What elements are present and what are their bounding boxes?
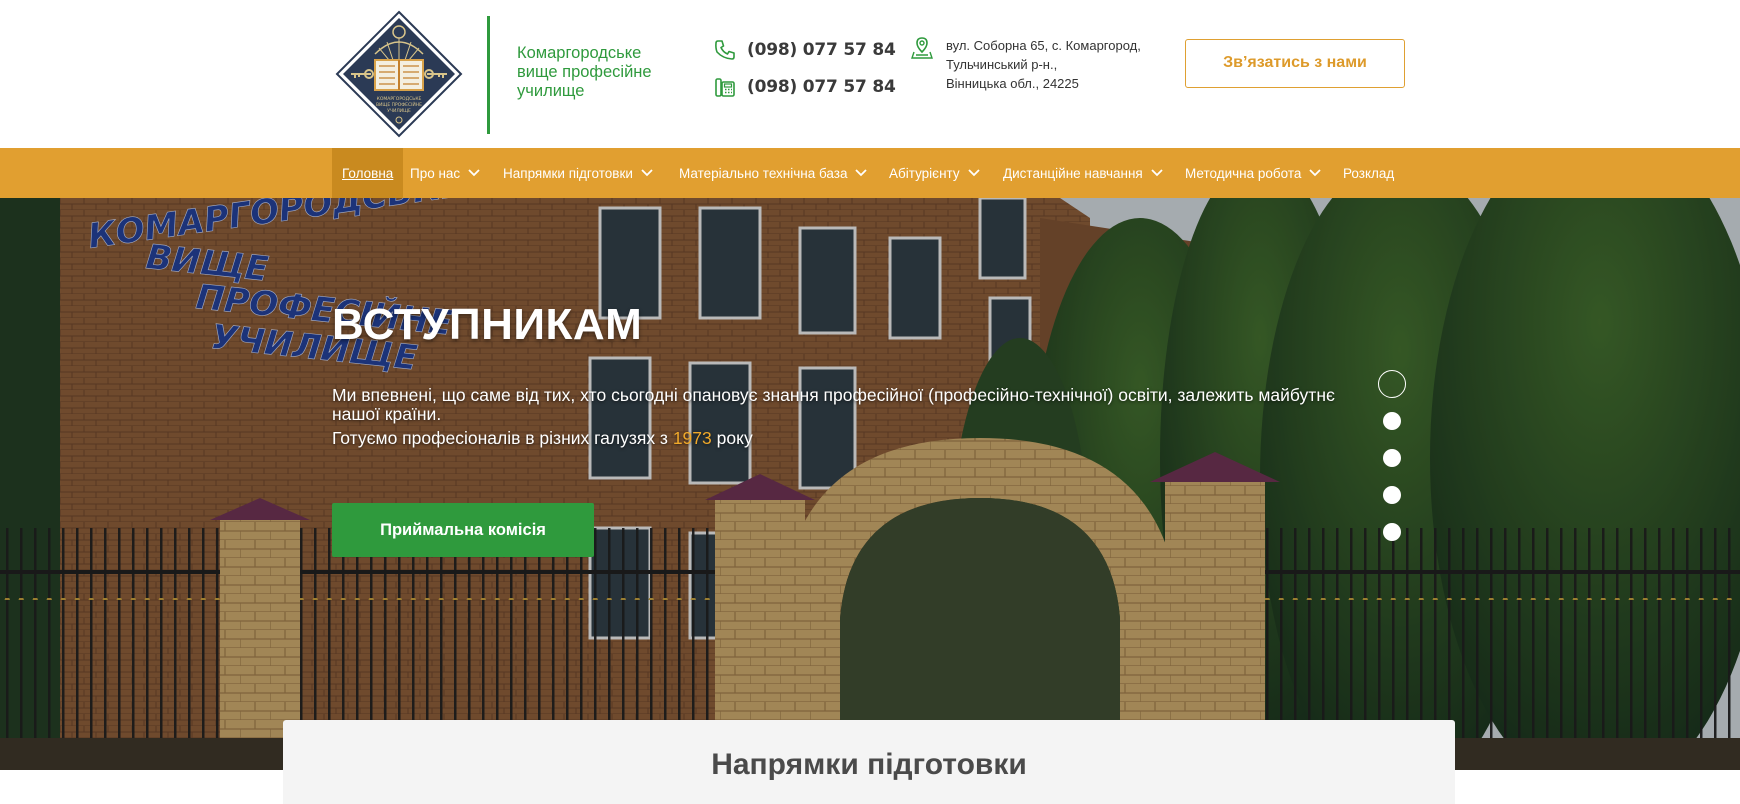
hero-overlay	[0, 198, 1740, 770]
school-name-line: Комаргородське	[517, 44, 642, 62]
address-line: Тульчинський р-н.,	[946, 57, 1058, 72]
slider-dot[interactable]	[1383, 449, 1401, 467]
slider-dot[interactable]	[1383, 523, 1401, 541]
nav-item-label: Абітурієнту	[889, 165, 960, 181]
slider-dot[interactable]	[1383, 412, 1401, 430]
slider-pagination	[1378, 370, 1406, 560]
phone-landline-number: (098) 077 57 84	[747, 77, 896, 97]
chevron-down-icon	[1309, 169, 1322, 177]
chevron-down-icon	[855, 169, 868, 177]
nav-item-training-directions[interactable]: Напрямки підготовки	[493, 148, 663, 198]
slider-dot[interactable]	[1383, 486, 1401, 504]
main-navigation: Головна Про нас Напрямки підготовки Мате…	[0, 148, 1740, 198]
nav-item-facilities[interactable]: Матеріально технічна база	[669, 148, 877, 198]
nav-item-label: Головна	[342, 165, 394, 181]
phone-icon	[715, 40, 735, 60]
address-line: вул. Соборна 65, с. Комаргород,	[946, 38, 1141, 53]
phone-landline[interactable]: (098) 077 57 84	[713, 75, 896, 99]
nav-item-label: Методична робота	[1185, 165, 1302, 181]
phone-mobile-number: (098) 077 57 84	[747, 40, 896, 60]
address-block: вул. Соборна 65, с. Комаргород, Тульчинс…	[910, 36, 1141, 93]
nav-item-applicants[interactable]: Абітурієнту	[879, 148, 990, 198]
nav-item-label: Про нас	[410, 165, 461, 181]
section-title: Напрямки підготовки	[711, 748, 1027, 781]
site-header: КОМАРГОРОДСЬКЕ ВИЩЕ ПРОФЕСІЙНЕ УЧИЛИЩЕ К…	[0, 0, 1740, 148]
hero-slider: КОМАРГОРОДСЬКЕ ВИЩЕ ПРОФЕСІЙНЕ УЧИЛИЩЕ В…	[0, 198, 1740, 770]
svg-text:КОМАРГОРОДСЬКЕ: КОМАРГОРОДСЬКЕ	[377, 96, 422, 102]
chevron-down-icon	[1151, 169, 1163, 177]
map-pin-icon	[911, 37, 933, 59]
nav-item-label: Напрямки підготовки	[503, 165, 633, 181]
chevron-down-icon	[641, 169, 653, 177]
school-name-line: вище професійне	[517, 63, 652, 81]
school-name-line: училище	[517, 82, 585, 100]
nav-item-about[interactable]: Про нас	[400, 148, 490, 198]
nav-item-home[interactable]: Головна	[332, 148, 404, 198]
svg-text:УЧИЛИЩЕ: УЧИЛИЩЕ	[387, 108, 411, 114]
admission-committee-button[interactable]: Приймальна комісія	[332, 503, 594, 557]
nav-item-label: Матеріально технічна база	[679, 165, 848, 181]
nav-item-label: Розклад	[1343, 165, 1395, 181]
address-line: Вінницька обл., 24225	[946, 76, 1079, 91]
hero-description: Ми впевнені, що саме від тих, хто сьогод…	[332, 385, 1335, 424]
header-divider	[487, 16, 490, 134]
hero-tagline: Готуємо професіоналів в різних галузях з…	[332, 428, 753, 449]
hero-tagline-text: Готуємо професіоналів в різних галузях з	[332, 428, 673, 448]
nav-item-distance-learning[interactable]: Дистанційне навчання	[993, 148, 1173, 198]
nav-item-schedule[interactable]: Розклад	[1333, 148, 1404, 198]
nav-item-methodical-work[interactable]: Методична робота	[1175, 148, 1331, 198]
founding-year: 1973	[672, 428, 712, 448]
nav-item-label: Дистанційне навчання	[1003, 165, 1143, 181]
college-logo[interactable]: КОМАРГОРОДСЬКЕ ВИЩЕ ПРОФЕСІЙНЕ УЧИЛИЩЕ	[335, 10, 463, 138]
school-name[interactable]: Комаргородське вище професійне училище	[517, 44, 677, 101]
fax-phone-icon	[715, 78, 735, 97]
svg-text:ВИЩЕ ПРОФЕСІЙНЕ: ВИЩЕ ПРОФЕСІЙНЕ	[376, 101, 422, 108]
training-directions-section: Напрямки підготовки	[283, 720, 1455, 804]
chevron-down-icon	[468, 169, 480, 177]
chevron-down-icon	[967, 169, 980, 177]
contact-us-button[interactable]: Зв’язатись з нами	[1185, 39, 1405, 88]
slider-dot-active[interactable]	[1378, 370, 1406, 398]
phone-mobile[interactable]: (098) 077 57 84	[713, 38, 896, 62]
hero-title: ВСТУПНИКАМ	[332, 300, 643, 349]
hero-tagline-text: року	[711, 428, 753, 448]
